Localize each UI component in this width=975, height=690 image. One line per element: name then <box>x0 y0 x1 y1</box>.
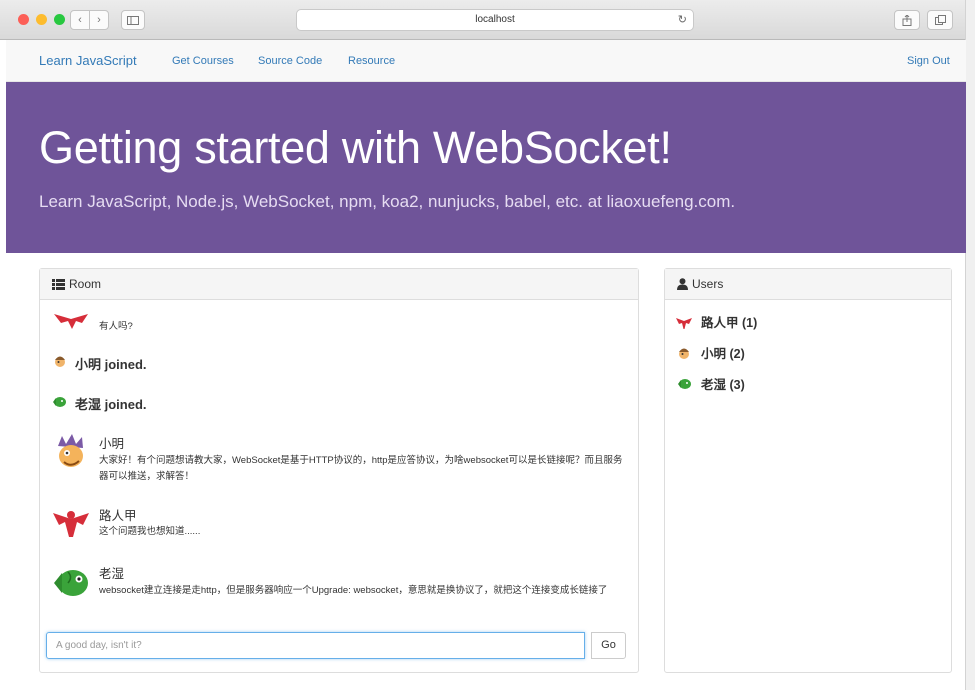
share-icon <box>902 14 912 26</box>
minimize-window-button[interactable] <box>36 14 47 25</box>
window-edge <box>965 0 975 690</box>
user-name: 小明 (2) <box>701 347 745 361</box>
red-bird-avatar-icon <box>54 314 88 329</box>
sidebar-icon <box>127 15 139 25</box>
message-author: 路人甲 <box>99 509 137 523</box>
join-notice: 小明 joined. <box>75 357 147 372</box>
user-list-item[interactable]: 老湿 (3) <box>676 374 745 393</box>
red-bird-avatar-icon <box>53 511 89 537</box>
browser-toolbar: ‹ › localhost ↻ <box>0 0 975 40</box>
message-author: 老湿 <box>99 567 125 581</box>
maximize-window-button[interactable] <box>54 14 65 25</box>
user-name: 老湿 (3) <box>701 378 745 392</box>
user-list-item[interactable]: 路人甲 (1) <box>676 312 757 331</box>
green-fish-avatar-icon <box>53 397 66 407</box>
message-text: 这个问题我也想知道...... <box>99 526 201 537</box>
address-bar[interactable]: localhost ↻ <box>296 9 694 31</box>
tabs-button[interactable] <box>927 10 953 30</box>
room-panel-title: Room <box>69 277 102 291</box>
nav-link-resource[interactable]: Resource <box>348 55 395 67</box>
page-subtitle: Learn JavaScript, Node.js, WebSocket, np… <box>39 192 736 211</box>
green-fish-avatar-icon <box>54 570 88 596</box>
list-icon <box>52 278 65 290</box>
page-title: Getting started with WebSocket! <box>39 122 672 173</box>
message-text: websocket建立连接是走http，但是服务器响应一个Upgrade: we… <box>99 585 608 596</box>
message-text: 有人吗? <box>99 321 133 332</box>
send-button[interactable]: Go <box>591 632 626 659</box>
window-controls <box>18 14 65 25</box>
reload-icon[interactable]: ↻ <box>678 10 687 30</box>
user-icon <box>677 278 688 290</box>
nav-link-source-code[interactable]: Source Code <box>258 55 322 67</box>
chevron-left-icon: ‹ <box>78 14 82 26</box>
cartoon-face-avatar-icon <box>679 348 689 359</box>
sidebar-toggle-button[interactable] <box>121 10 145 30</box>
users-panel-header: Users <box>665 269 951 300</box>
forward-button[interactable]: › <box>89 10 109 30</box>
jumbotron: Getting started with WebSocket! Learn Ja… <box>6 82 966 253</box>
green-fish-avatar-icon <box>678 378 691 389</box>
tabs-icon <box>934 15 946 25</box>
user-name: 路人甲 (1) <box>701 316 758 330</box>
message-text: 大家好！有个问题想请教大家，WebSocket是基于HTTP协议的，http是应… <box>99 455 623 482</box>
join-notice: 老湿 joined. <box>75 397 147 412</box>
chevron-right-icon: › <box>97 14 101 26</box>
sign-out-link[interactable]: Sign Out <box>907 55 950 67</box>
users-panel-title: Users <box>692 277 724 291</box>
cartoon-face-avatar-icon <box>55 356 65 367</box>
share-button[interactable] <box>894 10 920 30</box>
nav-link-get-courses[interactable]: Get Courses <box>172 55 234 67</box>
user-list-item[interactable]: 小明 (2) <box>676 343 745 362</box>
address-text: localhost <box>475 14 515 25</box>
close-window-button[interactable] <box>18 14 29 25</box>
brand-link[interactable]: Learn JavaScript <box>39 53 137 68</box>
message-input[interactable]: A good day, isn't it? <box>46 632 585 659</box>
message-author: 小明 <box>99 437 125 451</box>
navbar: Learn JavaScript Get Courses Source Code… <box>6 40 966 82</box>
purple-monster-avatar-icon <box>58 434 83 467</box>
back-button[interactable]: ‹ <box>70 10 90 30</box>
room-panel-header: Room <box>40 269 638 300</box>
red-bird-avatar-icon <box>676 317 692 329</box>
